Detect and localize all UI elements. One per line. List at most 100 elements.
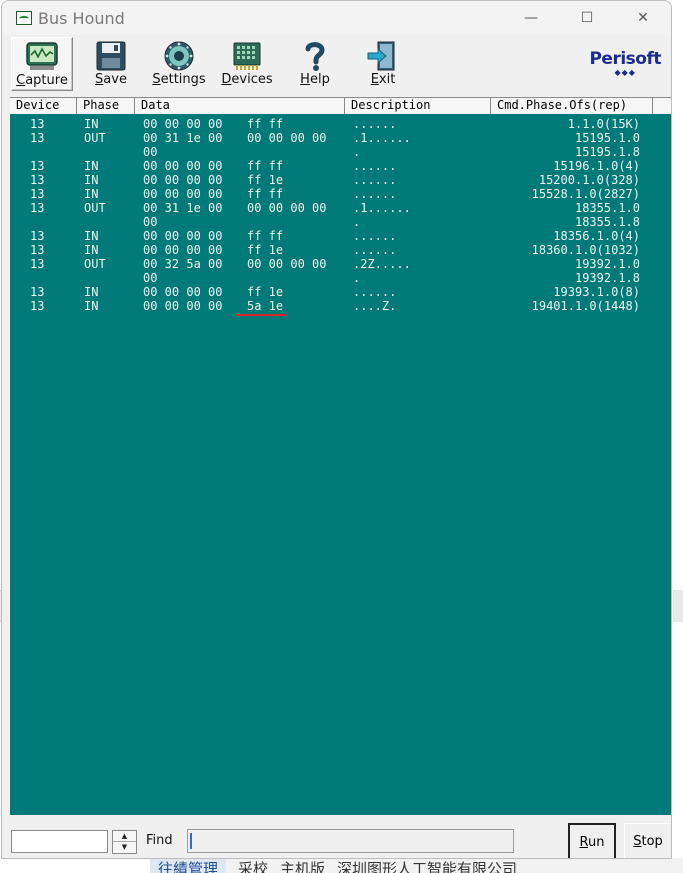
table-row[interactable]: 00. 18355.1.8 [10, 215, 671, 229]
close-button[interactable]: ✕ [615, 1, 671, 35]
help-label: elp [309, 72, 330, 87]
find-progress-field [187, 829, 514, 853]
cell-phase: IN [84, 159, 99, 173]
save-icon [94, 40, 128, 72]
cell-device: 13 [30, 159, 45, 173]
table-row[interactable]: 00. 19392.1.8 [10, 271, 671, 285]
capture-label: apture [25, 73, 68, 88]
table-row[interactable]: 13 OUT 00 32 5a 00 00 00 00 00 .2Z..... 19392… [10, 257, 671, 271]
spin-down-icon[interactable]: ▼ [113, 842, 136, 853]
cell-description: .1...... [353, 131, 411, 145]
table-row[interactable]: 13 IN 00 00 00 00 ff 1e...... 19393.1.0(8) [10, 285, 671, 299]
cell-phase: IN [84, 299, 99, 313]
cell-device: 13 [30, 117, 45, 131]
run-label-key: R [579, 835, 588, 850]
cell-phase: IN [84, 243, 99, 257]
table-row[interactable]: 13 IN 00 00 00 00 5a 1e ....Z. 19401.1.0(1448… [10, 299, 671, 313]
cell-cmd-phase-ofs: 19392.1.0 [574, 257, 640, 271]
cell-data-extra: ff ff [247, 117, 284, 131]
minimize-button[interactable]: — [503, 1, 559, 35]
column-header-device[interactable]: Device [10, 98, 77, 114]
cell-device: 13 [30, 201, 45, 215]
table-row[interactable]: 13 IN 00 00 00 00 ff ff...... 15528.1.0(2827… [10, 187, 671, 201]
table-row[interactable]: 13 IN 00 00 00 00 ff 1e...... 18360.1.0(1032… [10, 243, 671, 257]
cell-data-extra: ff ff [247, 187, 284, 201]
text-caret [190, 833, 192, 849]
cell-description: ...... [353, 187, 397, 201]
background-taskbar-item: 采校 [238, 860, 269, 873]
title-bar: Bus Hound — ☐ ✕ [2, 1, 671, 35]
table-row[interactable]: 13 IN 00 00 00 00 ff ff...... 15196.1.0(4) [10, 159, 671, 173]
cell-device: 13 [30, 243, 45, 257]
devices-button[interactable]: Devices [216, 37, 278, 91]
cell-data-extra: 00 00 00 00 [247, 201, 327, 215]
settings-button[interactable]: Settings [148, 37, 210, 91]
help-label-key: H [300, 72, 310, 87]
save-button[interactable]: Save [80, 37, 142, 91]
bus-hound-window: Bus Hound — ☐ ✕ Capture Save Settings De… [1, 0, 672, 859]
find-spinner[interactable]: ▲ ▼ [112, 830, 137, 854]
cell-device: 13 [30, 131, 45, 145]
run-button[interactable]: Run [568, 823, 616, 858]
column-header-phase[interactable]: Phase [77, 98, 135, 114]
cell-data: 00 [143, 215, 158, 229]
cell-description: ...... [353, 243, 397, 257]
cell-cmd-phase-ofs: 18355.1.0 [574, 201, 640, 215]
cell-phase: OUT [84, 201, 106, 215]
find-input[interactable] [11, 830, 108, 853]
table-row[interactable]: 13 OUT 00 31 1e 00 00 00 00 00 .1...... 15195… [10, 131, 671, 145]
exit-label: xit [378, 72, 396, 87]
cell-phase: IN [84, 187, 99, 201]
cell-data-extra: ff ff [247, 229, 284, 243]
cell-data: 00 00 00 00 [143, 285, 223, 299]
cell-device: 13 [30, 173, 45, 187]
table-row[interactable]: 13 OUT 00 31 1e 00 00 00 00 00 .1...... 18355… [10, 201, 671, 215]
cell-cmd-phase-ofs: 15200.1.0(328) [538, 173, 640, 187]
cell-data: 00 00 00 00 [143, 159, 223, 173]
cell-data-extra: 00 00 00 00 [247, 257, 327, 271]
cell-phase: IN [84, 173, 99, 187]
table-row[interactable]: 13 IN 00 00 00 00 ff 1e...... 15200.1.0(328) [10, 173, 671, 187]
maximize-button[interactable]: ☐ [559, 1, 615, 35]
capture-button[interactable]: Capture [11, 37, 73, 91]
column-header-data[interactable]: Data [135, 98, 345, 114]
cell-cmd-phase-ofs: 19392.1.8 [574, 271, 640, 285]
cell-data: 00 31 1e 00 [143, 201, 223, 215]
column-header-row: Device Phase Data Description Cmd.Phase.… [10, 97, 671, 114]
cell-description: . [353, 271, 361, 285]
stop-button[interactable]: Stop [624, 823, 671, 858]
spin-up-icon[interactable]: ▲ [113, 831, 136, 842]
cell-cmd-phase-ofs: 19393.1.0(8) [553, 285, 640, 299]
cell-data-extra: 5a 1e [247, 299, 284, 313]
cell-data-extra: ff 1e [247, 173, 284, 187]
capture-icon [25, 41, 59, 73]
column-header-description[interactable]: Description [345, 98, 491, 114]
cell-data: 00 00 00 00 [143, 229, 223, 243]
background-taskbar-item: 深圳图形人工智能有限公司 [337, 860, 518, 873]
column-header-cmd-phase-ofs[interactable]: Cmd.Phase.Ofs(rep) [491, 98, 653, 114]
table-row[interactable]: 13 IN 00 00 00 00 ff ff...... 1.1.0(15K) [10, 117, 671, 131]
exit-button[interactable]: Exit [352, 37, 414, 91]
devices-label: evices [231, 72, 273, 87]
cell-data-extra: ff ff [247, 159, 284, 173]
red-underline-annotation [236, 314, 287, 316]
logo-dots: ◆◆◆ [614, 68, 636, 77]
cell-description: .2Z..... [353, 257, 411, 271]
table-row[interactable]: 13 IN 00 00 00 00 ff ff...... 18356.1.0(4) [10, 229, 671, 243]
cell-phase: IN [84, 285, 99, 299]
exit-icon [366, 40, 400, 72]
cell-device: 13 [30, 257, 45, 271]
cell-cmd-phase-ofs: 15195.1.0 [574, 131, 640, 145]
help-button[interactable]: Help [284, 37, 346, 91]
cell-cmd-phase-ofs: 19401.1.0(1448) [531, 299, 640, 313]
toolbar: Capture Save Settings Devices Help Exit … [2, 35, 671, 93]
cell-data-extra: 00 00 00 00 [247, 131, 327, 145]
settings-label-key: S [152, 72, 161, 87]
cell-phase: OUT [84, 257, 106, 271]
cell-data: 00 31 1e 00 [143, 131, 223, 145]
table-row[interactable]: 00. 15195.1.8 [10, 145, 671, 159]
capture-data-grid[interactable]: 13 IN 00 00 00 00 ff ff...... 1.1.0(15K) 13 OU… [10, 114, 671, 815]
logo-name: Perisoft [589, 49, 661, 69]
cell-data-extra: ff 1e [247, 243, 284, 257]
cell-description: .1...... [353, 201, 411, 215]
